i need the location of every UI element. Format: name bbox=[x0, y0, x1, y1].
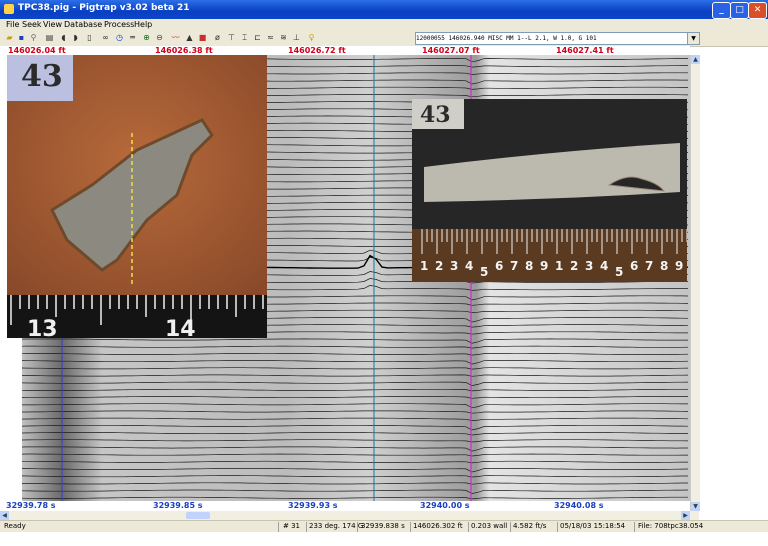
app-icon[interactable] bbox=[4, 4, 14, 14]
ruler-number: 8 bbox=[525, 259, 534, 273]
time-axis: 32939.78 s 32939.85 s 32939.93 s 32940.0… bbox=[0, 501, 690, 511]
distance-label: 146026.04 ft bbox=[8, 46, 66, 55]
ruler-number: 3 bbox=[585, 259, 594, 273]
ruler-number: 9 bbox=[540, 259, 549, 273]
ruler-number: 9 bbox=[675, 259, 684, 273]
maximize-button[interactable]: □ bbox=[730, 2, 749, 19]
measure2-icon[interactable]: ⌶ bbox=[239, 33, 250, 43]
ruler-icon[interactable]: ═ bbox=[127, 33, 138, 43]
print-icon[interactable]: ▤ bbox=[44, 33, 55, 43]
ruler-number: 3 bbox=[450, 259, 459, 273]
color-scale-icon[interactable]: ■ bbox=[197, 33, 208, 43]
ruler-number: 2 bbox=[570, 259, 579, 273]
diameter-icon[interactable]: ø bbox=[212, 33, 223, 43]
status-file: File: 708tpc38.054 bbox=[638, 522, 704, 530]
status-distance: 146026.302 ft bbox=[413, 522, 463, 530]
ruler-number: 4 bbox=[600, 259, 609, 273]
status-sensor: # 31 bbox=[283, 522, 300, 530]
distance-label: 146027.41 ft bbox=[556, 46, 614, 55]
close-button[interactable]: ✕ bbox=[748, 2, 767, 19]
menu-bar: File Seek View Database Process Help bbox=[0, 19, 768, 31]
ruler-number: 14 bbox=[165, 317, 196, 338]
ruler-number: 7 bbox=[645, 259, 654, 273]
zoom-out-icon[interactable]: ⊖ bbox=[154, 33, 165, 43]
wave-icon[interactable]: 〰 bbox=[170, 33, 181, 43]
record-combo[interactable]: 12000055 146026.940 MISC MM 1--L 2.1, W … bbox=[415, 32, 700, 45]
marker-icon[interactable]: ⊥ bbox=[291, 33, 302, 43]
horizontal-scrollbar[interactable]: ◀ ▶ bbox=[0, 511, 699, 520]
ruler-number: 5 bbox=[615, 265, 624, 279]
scroll-up-icon[interactable]: ▲ bbox=[691, 55, 700, 64]
time-label: 32940.00 s bbox=[420, 501, 470, 510]
ruler-number: 2 bbox=[435, 259, 444, 273]
status-date: 05/18/03 15:18:54 bbox=[560, 522, 626, 530]
measure3-icon[interactable]: ⊏ bbox=[252, 33, 263, 43]
ruler-number: 13 bbox=[27, 317, 58, 338]
forward-icon[interactable]: ◗ bbox=[70, 33, 81, 43]
time-label: 32939.93 s bbox=[288, 501, 338, 510]
defect-photo-crosssection: 43 123456789123456789 bbox=[412, 99, 687, 282]
time-label: 32939.85 s bbox=[153, 501, 203, 510]
ruler-number: 6 bbox=[630, 259, 639, 273]
clock-icon[interactable]: ◷ bbox=[114, 33, 125, 43]
scroll-down-icon[interactable]: ▼ bbox=[691, 502, 700, 511]
defect-photo-surface: 43 13 14 bbox=[7, 55, 267, 338]
help-icon[interactable]: ♀ bbox=[306, 33, 317, 43]
time-label: 32939.78 s bbox=[6, 501, 56, 510]
ruler-number: 1 bbox=[555, 259, 564, 273]
menu-help[interactable]: Help bbox=[134, 20, 152, 29]
status-speed: 4.582 ft/s bbox=[513, 522, 547, 530]
menu-view[interactable]: View bbox=[43, 20, 62, 29]
scroll-thumb[interactable] bbox=[186, 512, 210, 519]
document-icon[interactable]: ▯ bbox=[84, 33, 95, 43]
photo-number-left: 43 bbox=[21, 59, 63, 94]
chevron-down-icon[interactable]: ▼ bbox=[687, 32, 700, 45]
scroll-left-icon[interactable]: ◀ bbox=[0, 511, 9, 520]
ruler-number: 4 bbox=[465, 259, 474, 273]
save-icon[interactable]: ▪ bbox=[16, 33, 27, 43]
menu-file[interactable]: File bbox=[6, 20, 19, 29]
minimize-button[interactable]: _ bbox=[712, 2, 731, 19]
status-time: 32939.838 s bbox=[361, 522, 405, 530]
wave2-icon[interactable]: ≈ bbox=[265, 33, 276, 43]
menu-process[interactable]: Process bbox=[104, 20, 134, 29]
distance-label: 146026.72 ft bbox=[288, 46, 346, 55]
status-angle: 233 deg. 174 G bbox=[309, 522, 364, 530]
ruler-number: 6 bbox=[495, 259, 504, 273]
window-title: TPC38.pig - Pigtrap v3.02 beta 21 bbox=[18, 3, 190, 13]
vertical-scrollbar[interactable]: ▲ ▼ bbox=[690, 55, 700, 511]
open-icon[interactable]: ▰ bbox=[4, 33, 15, 43]
status-wall: 0.203 wall bbox=[471, 522, 508, 530]
measure-icon[interactable]: ⊤ bbox=[226, 33, 237, 43]
ruler-number: 8 bbox=[660, 259, 669, 273]
photo-number-right: 43 bbox=[420, 102, 451, 128]
distance-label: 146026.38 ft bbox=[155, 46, 213, 55]
scroll-right-icon[interactable]: ▶ bbox=[681, 511, 690, 520]
title-bar: TPC38.pig - Pigtrap v3.02 beta 21 _ □ ✕ bbox=[0, 0, 768, 19]
back-icon[interactable]: ◖ bbox=[58, 33, 69, 43]
menu-database[interactable]: Database bbox=[64, 20, 102, 29]
status-ready: Ready bbox=[4, 522, 26, 530]
wave3-icon[interactable]: ≋ bbox=[278, 33, 289, 43]
ruler-number: 5 bbox=[480, 265, 489, 279]
ruler-number: 1 bbox=[420, 259, 429, 273]
menu-seek[interactable]: Seek bbox=[22, 20, 42, 29]
distance-axis: 146026.04 ft 146026.38 ft 146026.72 ft 1… bbox=[0, 46, 690, 55]
triangle-icon[interactable]: ▲ bbox=[184, 33, 195, 43]
zoom-in-icon[interactable]: ⊕ bbox=[141, 33, 152, 43]
time-label: 32940.08 s bbox=[554, 501, 604, 510]
binoculars-icon[interactable]: ∞ bbox=[100, 33, 111, 43]
distance-label: 146027.07 ft bbox=[422, 46, 480, 55]
ruler-number: 7 bbox=[510, 259, 519, 273]
find-icon[interactable]: ⚲ bbox=[28, 33, 39, 43]
bottom-margin bbox=[0, 532, 768, 546]
